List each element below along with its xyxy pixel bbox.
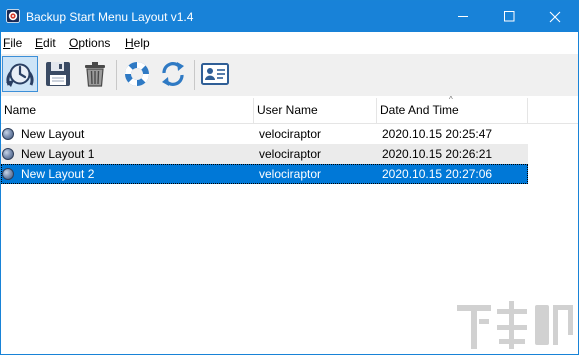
row-user-name: velociraptor <box>259 147 322 161</box>
toolbar-separator <box>194 60 195 90</box>
menu-bar: File Edit Options Help <box>1 32 578 54</box>
menu-options-mnemonic: O <box>69 36 79 50</box>
app-window: Backup Start Menu Layout v1.4 File Edit … <box>0 0 579 355</box>
menu-options[interactable]: Options <box>69 36 110 50</box>
save-disk-icon <box>46 62 70 86</box>
menu-help[interactable]: Help <box>125 36 150 50</box>
layout-list[interactable]: Name User Name Date And Time ^ New Layou… <box>1 95 578 354</box>
row-date-time: 2020.10.15 20:27:06 <box>382 167 493 181</box>
menu-help-label: elp <box>133 36 150 50</box>
lifebuoy-icon <box>124 61 150 87</box>
list-header: Name User Name Date And Time ^ <box>1 95 578 124</box>
save-button[interactable] <box>40 56 76 92</box>
backup-button[interactable] <box>2 56 38 92</box>
close-icon <box>549 11 561 22</box>
row-user-name: velociraptor <box>259 167 322 181</box>
toolbar <box>1 54 578 96</box>
row-name: New Layout 2 <box>21 167 95 181</box>
sort-indicator-icon: ^ <box>449 95 453 104</box>
backup-clock-icon <box>6 63 34 87</box>
menu-options-label: ptions <box>78 36 111 50</box>
contact-card-icon <box>201 63 229 85</box>
close-button[interactable] <box>532 1 578 32</box>
about-button[interactable] <box>197 56 233 92</box>
title-bar[interactable]: Backup Start Menu Layout v1.4 <box>1 1 578 32</box>
menu-file-label: ile <box>10 36 23 50</box>
app-icon <box>6 9 20 23</box>
maximize-icon <box>503 11 514 22</box>
delete-button[interactable] <box>77 56 113 92</box>
layout-bullet-icon <box>2 148 14 160</box>
maximize-button[interactable] <box>486 1 532 32</box>
menu-help-mnemonic: H <box>125 36 134 50</box>
minimize-button[interactable] <box>440 1 486 32</box>
list-item[interactable]: New Layout velociraptor 2020.10.15 20:25… <box>1 124 528 144</box>
layout-bullet-icon <box>2 168 14 180</box>
help-button[interactable] <box>119 56 155 92</box>
trash-icon <box>85 62 105 87</box>
refresh-button[interactable] <box>155 56 191 92</box>
list-item[interactable]: New Layout 1 velociraptor 2020.10.15 20:… <box>1 144 528 164</box>
refresh-icon <box>162 62 184 86</box>
list-item-selected[interactable]: New Layout 2 velociraptor 2020.10.15 20:… <box>1 164 528 184</box>
minimize-icon <box>457 16 468 17</box>
menu-edit[interactable]: Edit <box>35 36 56 50</box>
menu-file[interactable]: File <box>3 36 22 50</box>
row-date-time: 2020.10.15 20:26:21 <box>382 147 493 161</box>
row-name: New Layout 1 <box>21 147 95 161</box>
row-user-name: velociraptor <box>259 127 322 141</box>
row-name: New Layout <box>21 127 85 141</box>
column-header-user-name[interactable]: User Name <box>254 98 377 123</box>
window-title: Backup Start Menu Layout v1.4 <box>26 10 194 24</box>
row-date-time: 2020.10.15 20:25:47 <box>382 127 493 141</box>
menu-edit-label: dit <box>43 36 56 50</box>
layout-bullet-icon <box>2 128 14 140</box>
toolbar-separator <box>116 60 117 90</box>
column-header-name[interactable]: Name <box>1 98 254 123</box>
menu-edit-mnemonic: E <box>35 36 44 50</box>
